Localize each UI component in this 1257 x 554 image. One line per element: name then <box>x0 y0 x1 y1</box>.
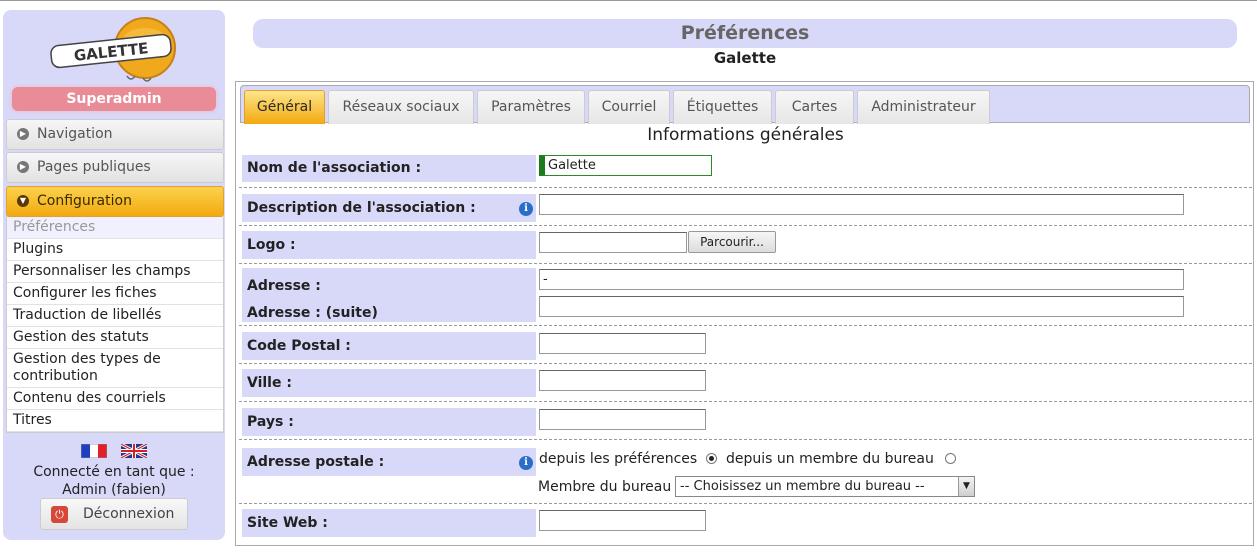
postal-option-preferences-radio[interactable] <box>706 453 717 464</box>
logout-button[interactable]: ⏻ Déconnexion <box>40 498 188 530</box>
tab-bar: Général Réseaux sociaux Paramètres Courr… <box>240 85 1250 124</box>
nav-public-pages[interactable]: ▶ Pages publiques <box>6 152 224 183</box>
tab-general[interactable]: Général <box>244 90 325 124</box>
postal-address-label: Adresse postale : <box>242 448 536 476</box>
english-flag-icon[interactable] <box>121 444 147 458</box>
nav-public-pages-label: Pages publiques <box>37 159 151 175</box>
city-label: Ville : <box>242 369 536 397</box>
page-title: Préférences <box>253 19 1237 48</box>
zip-label: Code Postal : <box>242 332 536 360</box>
address2-label: Adresse : (suite) <box>247 305 378 321</box>
arrow-right-icon: ▶ <box>17 161 29 173</box>
logo-label: Logo : <box>242 231 536 259</box>
form-row-postal-address: Adresse postale : i depuis les préférenc… <box>239 440 1252 504</box>
section-title: Informations générales <box>647 125 844 145</box>
chevron-down-icon: ▼ <box>958 477 974 496</box>
connected-user: Admin (fabien) <box>62 482 166 498</box>
address-labels: Adresse : Adresse : (suite) <box>242 268 536 322</box>
language-switcher <box>81 444 151 460</box>
city-input[interactable] <box>539 370 706 391</box>
submenu-contribution-types[interactable]: Gestion des types de contribution <box>7 349 223 388</box>
submenu-preferences[interactable]: Préférences <box>7 217 223 239</box>
nav-navigation-label: Navigation <box>37 126 113 142</box>
browse-button[interactable]: Parcourir... <box>688 231 776 253</box>
connected-as-label: Connecté en tant que : <box>33 464 195 480</box>
superadmin-badge: Superadmin <box>12 87 216 111</box>
form-row-zip: Code Postal : <box>239 326 1252 364</box>
name-label: Nom de l'association : <box>242 155 536 182</box>
submenu-configure-forms[interactable]: Configurer les fiches <box>7 283 223 305</box>
nav-configuration[interactable]: ▼ Configuration <box>6 186 224 217</box>
galette-logo[interactable]: GALETTE <box>47 16 183 88</box>
form-row-address: Adresse : Adresse : (suite) <box>239 264 1252 326</box>
power-icon: ⏻ <box>51 506 68 523</box>
website-label: Site Web : <box>242 509 536 537</box>
form-row-logo: Logo : Parcourir... <box>239 226 1252 264</box>
form-row-website: Site Web : <box>239 504 1252 540</box>
tab-administrator[interactable]: Administrateur <box>857 90 990 124</box>
configuration-submenu: Préférences Plugins Personnaliser les ch… <box>6 217 224 433</box>
tab-parameters[interactable]: Paramètres <box>477 90 585 124</box>
form-row-name: Nom de l'association : <box>239 152 1252 188</box>
arrow-right-icon: ▶ <box>17 128 29 140</box>
sidebar: GALETTE Superadmin ▶ Navigation ▶ Pages … <box>3 10 225 540</box>
tab-labels[interactable]: Étiquettes <box>673 90 772 124</box>
board-member-label: Membre du bureau <box>538 479 672 495</box>
logout-label: Déconnexion <box>83 506 175 522</box>
tab-social-networks[interactable]: Réseaux sociaux <box>328 90 474 124</box>
website-input[interactable] <box>539 510 706 531</box>
board-member-select[interactable]: -- Choisissez un membre du bureau -- ▼ <box>675 476 975 497</box>
postal-option-board-label: depuis un membre du bureau <box>726 451 934 467</box>
board-member-select-value: -- Choisissez un membre du bureau -- <box>680 479 925 494</box>
submenu-titles[interactable]: Titres <box>7 410 223 432</box>
country-label: Pays : <box>242 408 536 436</box>
address-label: Adresse : <box>247 278 321 294</box>
nav-configuration-label: Configuration <box>37 193 132 209</box>
description-label: Description de l'association : <box>242 194 536 222</box>
address2-input[interactable] <box>539 296 1184 317</box>
logo-file-input[interactable] <box>539 232 687 253</box>
submenu-plugins[interactable]: Plugins <box>7 239 223 261</box>
info-icon[interactable]: i <box>519 456 533 470</box>
french-flag-icon[interactable] <box>81 444 107 458</box>
submenu-statuses[interactable]: Gestion des statuts <box>7 327 223 349</box>
submenu-email-contents[interactable]: Contenu des courriels <box>7 388 223 410</box>
association-description-input[interactable] <box>539 194 1184 215</box>
top-border <box>0 0 1257 1</box>
arrow-down-icon: ▼ <box>17 195 29 207</box>
postal-option-preferences-label: depuis les préférences <box>539 451 698 467</box>
form-row-description: Description de l'association : i <box>239 188 1252 226</box>
zip-input[interactable] <box>539 333 706 354</box>
info-icon[interactable]: i <box>519 202 533 216</box>
nav-navigation[interactable]: ▶ Navigation <box>6 119 224 150</box>
tab-email[interactable]: Courriel <box>588 90 670 124</box>
tab-cards[interactable]: Cartes <box>775 90 854 124</box>
preferences-panel: Général Réseaux sociaux Paramètres Courr… <box>235 81 1254 546</box>
submenu-translations[interactable]: Traduction de libellés <box>7 305 223 327</box>
country-input[interactable] <box>539 409 706 430</box>
form-row-country: Pays : <box>239 402 1252 440</box>
form-row-city: Ville : <box>239 364 1252 402</box>
submenu-custom-fields[interactable]: Personnaliser les champs <box>7 261 223 283</box>
postal-option-board-radio[interactable] <box>945 453 956 464</box>
association-name-input[interactable] <box>539 155 712 176</box>
page-subtitle: Galette <box>713 49 777 67</box>
address-input[interactable] <box>539 269 1184 290</box>
